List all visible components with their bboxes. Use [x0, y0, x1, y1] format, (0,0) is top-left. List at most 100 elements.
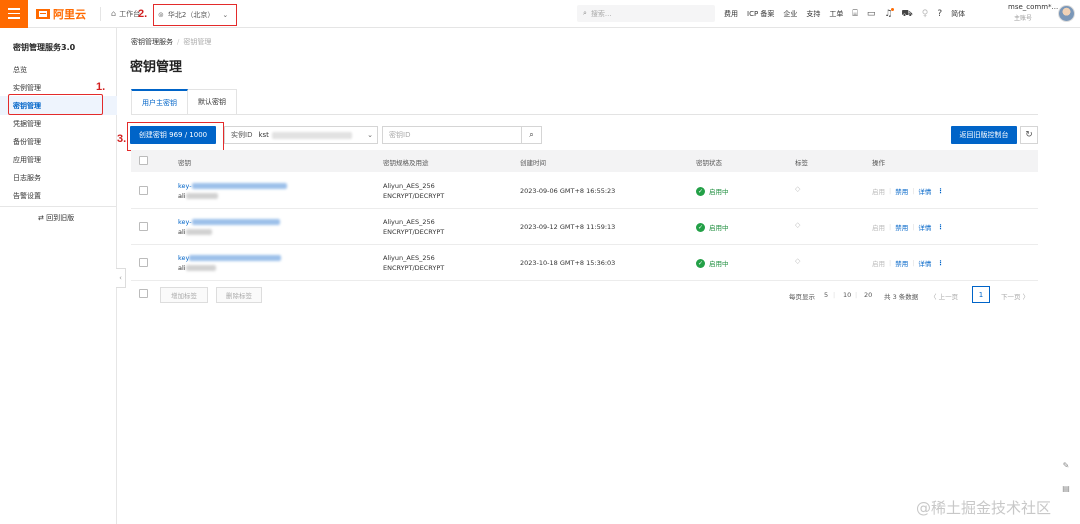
nav-support[interactable]: 支持	[806, 9, 820, 19]
workbench-link[interactable]: ⌂ 工作台	[111, 9, 140, 19]
cart-icon[interactable]: ⛟	[901, 9, 912, 20]
disable-action[interactable]: 禁用	[895, 186, 908, 196]
key-id-link[interactable]: key	[178, 254, 189, 262]
bell-icon[interactable]: ♫	[884, 8, 895, 19]
total-count: 共 3 条数据	[884, 293, 919, 301]
redacted-text	[185, 265, 216, 271]
detail-action[interactable]: 详情	[918, 186, 931, 196]
region-label: 华北2（北京）	[167, 11, 215, 19]
tag-icon[interactable]: ◇	[795, 185, 800, 193]
edit-icon[interactable]: ✎	[1058, 457, 1074, 473]
region-selector[interactable]: ⊚ 华北2（北京） ⌄	[153, 4, 237, 26]
sidebar-item-backup[interactable]: 备份管理	[13, 137, 41, 147]
key-id-link[interactable]: key-	[178, 182, 192, 190]
row-checkbox[interactable]	[139, 222, 148, 231]
current-page-button[interactable]: 1	[972, 286, 990, 303]
instance-label: 实例ID	[231, 131, 253, 139]
nav-ticket[interactable]: 工单	[829, 9, 843, 19]
key-id-link[interactable]: key-	[178, 218, 192, 226]
sidebar-item-alerts[interactable]: 告警设置	[13, 191, 41, 201]
more-icon[interactable]: ⋮	[937, 259, 944, 267]
help-icon[interactable]: ?	[937, 9, 942, 19]
breadcrumb-current: 密钥管理	[183, 38, 212, 46]
aliyun-logo[interactable]: 阿里云	[36, 6, 86, 22]
language-switch[interactable]: 简体	[951, 9, 965, 19]
tabs-underline	[131, 114, 1038, 115]
select-all-checkbox[interactable]	[139, 156, 148, 165]
detail-action[interactable]: 详情	[918, 258, 931, 268]
more-icon[interactable]: ⋮	[937, 223, 944, 231]
sidebar-item-instances[interactable]: 实例管理	[13, 83, 41, 93]
status-badge: ✓ 启用中	[696, 258, 729, 268]
remove-tag-button[interactable]: 删除标签	[216, 287, 262, 303]
avatar[interactable]	[1058, 5, 1075, 22]
user-name: mse_comm*...	[1008, 3, 1059, 11]
sidebar-item-secrets[interactable]: 凭据管理	[13, 119, 41, 129]
created-time: 2023-09-06 GMT+8 16:55:23	[520, 187, 616, 195]
message-icon[interactable]: ▭	[867, 9, 876, 19]
breadcrumb: 密钥管理服务 / 密钥管理	[131, 37, 211, 47]
tag-icon[interactable]: ◇	[795, 257, 800, 265]
back-to-old-console-button[interactable]: 返回旧版控制台	[951, 126, 1017, 144]
created-time: 2023-09-12 GMT+8 11:59:13	[520, 223, 616, 231]
back-to-old-link[interactable]: ⇄ 回到旧版	[38, 213, 74, 223]
footer-select-all-checkbox[interactable]	[139, 289, 148, 298]
row-checkbox[interactable]	[139, 258, 148, 267]
action-separator: |	[912, 223, 915, 231]
nav-billing[interactable]: 费用	[724, 9, 738, 19]
tag-icon[interactable]: ◇	[795, 221, 800, 229]
row-actions: 启用 | 禁用 | 详情 ⋮	[872, 258, 944, 268]
status-text: 启用中	[709, 188, 729, 196]
redacted-text	[271, 131, 352, 139]
create-key-button[interactable]: 创建密钥 969 / 1000	[130, 126, 216, 144]
menu-icon[interactable]	[0, 0, 28, 28]
refresh-button[interactable]: ↻	[1020, 126, 1038, 144]
more-icon[interactable]: ⋮	[937, 187, 944, 195]
prev-page-button[interactable]: 〈 上一页	[930, 291, 958, 301]
workbench-label: 工作台	[119, 9, 141, 18]
user-menu[interactable]: mse_comm*... 主账号	[1008, 3, 1058, 22]
status-text: 启用中	[709, 260, 729, 268]
add-tag-button[interactable]: 增加标签	[160, 287, 208, 303]
instance-filter-select[interactable]: 实例ID kst ⌄	[224, 126, 378, 144]
enable-action: 启用	[872, 224, 885, 232]
tab-default-key[interactable]: 默认密钥	[188, 89, 237, 115]
page-size-10[interactable]: 10	[843, 291, 851, 299]
sidebar-item-apps[interactable]: 应用管理	[13, 155, 41, 165]
sidebar-collapse-handle[interactable]: ‹	[116, 268, 126, 288]
row-divider	[131, 208, 1038, 209]
redacted-text	[185, 193, 218, 199]
table-row-spec: Aliyun_AES_256 ENCRYPT/DECRYPT	[383, 217, 444, 237]
annotation-1: 1.	[96, 81, 106, 93]
lightbulb-icon[interactable]: ♀	[922, 9, 929, 19]
watermark: @稀土掘金技术社区	[916, 499, 1052, 517]
redacted-text	[189, 255, 282, 261]
annotation-2: 2.	[138, 8, 148, 20]
key-id-placeholder: 密钥ID	[389, 131, 411, 139]
sidebar-item-overview[interactable]: 总览	[13, 65, 27, 75]
disable-action[interactable]: 禁用	[895, 222, 908, 232]
breadcrumb-root[interactable]: 密钥管理服务	[131, 38, 173, 46]
disable-action[interactable]: 禁用	[895, 258, 908, 268]
nav-enterprise[interactable]: 企业	[783, 9, 797, 19]
cloud-shell-icon[interactable]: ⌸	[852, 9, 857, 19]
next-page-button[interactable]: 下一页 〉	[1001, 291, 1029, 301]
tab-user-master-key[interactable]: 用户主密钥	[131, 89, 188, 115]
check-circle-icon: ✓	[696, 258, 705, 268]
row-checkbox[interactable]	[139, 186, 148, 195]
home-icon: ⌂	[111, 9, 117, 18]
feedback-icon[interactable]: ▤	[1058, 480, 1074, 496]
nav-icp[interactable]: ICP 备案	[747, 9, 774, 19]
key-id-input[interactable]: 密钥ID	[382, 126, 522, 144]
detail-action[interactable]: 详情	[918, 222, 931, 232]
page-size-20[interactable]: 20	[864, 291, 872, 299]
sidebar: 密钥管理服务3.0 总览 实例管理 密钥管理 凭据管理 备份管理 应用管理 日志…	[0, 28, 117, 524]
global-search-input[interactable]: ⌕ 搜索...	[577, 5, 715, 22]
sidebar-item-logs[interactable]: 日志服务	[13, 173, 41, 183]
instance-value: kst	[258, 131, 269, 139]
tab-bar: 用户主密钥 默认密钥	[131, 89, 237, 115]
chevron-down-icon: ⌄	[222, 11, 229, 19]
key-usage: ENCRYPT/DECRYPT	[383, 264, 445, 272]
page-size-5[interactable]: 5	[824, 291, 828, 299]
search-button[interactable]: ⌕	[522, 126, 542, 144]
